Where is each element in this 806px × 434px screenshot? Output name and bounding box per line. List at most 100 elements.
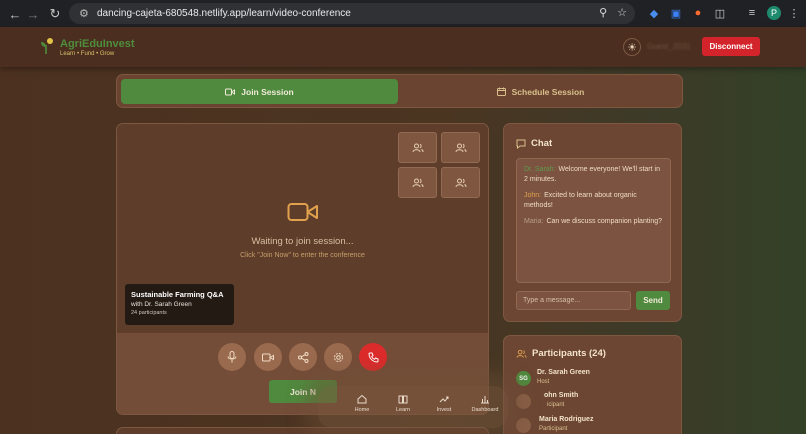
session-host: with Dr. Sarah Green (131, 301, 192, 308)
sprout-logo-icon (41, 38, 53, 54)
chat-panel: Chat Dr. Sarah: Welcome everyone! We'll s… (503, 123, 682, 322)
bar-chart-icon (481, 396, 489, 404)
participant-row[interactable]: SG Dr. Sarah Green Host (516, 369, 676, 389)
session-tabs: Join Session Schedule Session (116, 74, 683, 108)
chat-message: Maria: Can we discuss companion planting? (524, 217, 663, 227)
participant-role: Host (537, 379, 550, 385)
app-header: AgriEduInvest Learn • Fund • Grow ☀ Gues… (0, 27, 806, 67)
bookmark-star-icon[interactable]: ☆ (617, 6, 627, 19)
participant-thumbnail[interactable] (398, 167, 437, 198)
chat-title: Chat (531, 138, 553, 149)
chat-message: John: Excited to learn about organic meth… (524, 191, 663, 211)
avatar (516, 418, 531, 433)
home-icon (357, 394, 367, 404)
chat-message: Dr. Sarah: Welcome everyone! We'll start … (524, 165, 663, 185)
participant-role: Participant (539, 426, 568, 432)
message-text: Can we discuss companion planting? (546, 218, 663, 225)
nav-learn-label: Learn (395, 407, 411, 413)
extension-shield-icon[interactable]: ◆ (646, 5, 662, 21)
nav-learn[interactable]: Learn (385, 394, 421, 413)
nav-invest-label: Invest (436, 407, 452, 413)
extensions-puzzle-icon[interactable]: ◫ (712, 5, 728, 21)
session-participant-count: 24 participants (131, 310, 167, 316)
participant-row[interactable]: Maria Rodriguez Participant (516, 416, 676, 434)
share-button[interactable] (289, 343, 317, 371)
profile-avatar[interactable]: P (767, 6, 781, 20)
nav-invest[interactable]: Invest (426, 394, 462, 413)
avatar (516, 394, 531, 409)
session-info-card: Sustainable Farming Q&A with Dr. Sarah G… (125, 284, 234, 325)
chat-messages: Dr. Sarah: Welcome everyone! We'll start … (516, 158, 671, 283)
bottom-navigation: Home Learn Invest Dashboard (318, 386, 508, 428)
users-icon (516, 349, 527, 358)
message-author: John: (524, 192, 542, 199)
chat-header: Chat (516, 138, 552, 149)
app-root: AgriEduInvest Learn • Fund • Grow ☀ Gues… (0, 27, 806, 434)
browser-menu-icon[interactable]: ⋮ (786, 5, 802, 21)
video-panel: Waiting to join session... Click "Join N… (116, 123, 489, 415)
participant-name: Maria Rodriguez (539, 416, 594, 423)
tab-join-label: Join Session (241, 86, 294, 97)
trending-up-icon (439, 396, 449, 403)
video-camera-icon (287, 203, 318, 221)
brand-tagline: Learn • Fund • Grow (60, 51, 115, 57)
participant-thumbnail[interactable] (441, 132, 480, 163)
chat-message-input[interactable]: Type a message... (516, 291, 631, 310)
end-call-button[interactable] (359, 343, 387, 371)
video-camera-icon (225, 88, 236, 95)
participant-role: icipant (547, 402, 565, 408)
users-icon (455, 143, 466, 152)
send-button[interactable]: Send (636, 291, 670, 310)
reload-icon[interactable]: ↻ (44, 3, 66, 25)
site-info-icon[interactable]: ⚙ (79, 7, 95, 20)
tab-schedule-session[interactable]: Schedule Session (402, 79, 679, 104)
address-bar[interactable]: ⚙ dancing-cajeta-680548.netlify.app/lear… (69, 3, 635, 24)
tab-schedule-label: Schedule Session (511, 86, 585, 97)
media-queue-icon[interactable]: ≡ (744, 5, 760, 21)
theme-toggle-sun-icon[interactable]: ☀ (623, 38, 641, 56)
nav-home[interactable]: Home (344, 394, 380, 413)
participant-name: Dr. Sarah Green (537, 369, 590, 376)
video-camera-icon (262, 353, 274, 361)
session-title: Sustainable Farming Q&A (131, 290, 224, 299)
nav-home-label: Home (354, 407, 370, 413)
calendar-icon (496, 87, 506, 96)
settings-button[interactable] (324, 343, 352, 371)
mute-microphone-button[interactable] (218, 343, 246, 371)
phone-icon (367, 352, 378, 363)
disconnect-button[interactable]: Disconnect (702, 37, 760, 56)
participant-row[interactable]: ohn Smith icipant (516, 392, 676, 412)
brand-name[interactable]: AgriEduInvest (60, 38, 135, 50)
nav-dashboard[interactable]: Dashboard (467, 394, 503, 413)
extension-fox-icon[interactable]: ● (690, 5, 706, 21)
users-icon (412, 178, 423, 187)
share-icon (297, 351, 308, 363)
video-stage: Waiting to join session... Click "Join N… (117, 124, 488, 333)
url-text: dancing-cajeta-680548.netlify.app/learn/… (97, 8, 351, 19)
nav-dashboard-label: Dashboard (471, 407, 499, 413)
gear-icon (333, 352, 343, 362)
browser-toolbar: ← → ↻ ⚙ dancing-cajeta-680548.netlify.ap… (0, 0, 806, 27)
book-icon (398, 395, 408, 404)
microphone-icon (227, 351, 237, 363)
users-icon (455, 178, 466, 187)
forward-icon[interactable]: → (22, 3, 44, 25)
extension-save-icon[interactable]: ▣ (668, 5, 684, 21)
waiting-message: Waiting to join session... (251, 236, 354, 247)
next-section-card (116, 427, 489, 434)
participant-thumbnail[interactable] (441, 167, 480, 198)
tab-join-session[interactable]: Join Session (121, 79, 398, 104)
participant-name: ohn Smith (544, 392, 579, 399)
user-name: Guest_2031 (647, 42, 691, 51)
toggle-camera-button[interactable] (254, 343, 282, 371)
message-author: Maria: (524, 218, 544, 225)
join-hint: Click "Join Now" to enter the conference (240, 252, 365, 259)
chat-bubble-icon (516, 139, 526, 149)
message-author: Dr. Sarah: (524, 166, 556, 173)
avatar: SG (516, 371, 531, 386)
participants-header: Participants (24) (516, 348, 606, 359)
participant-thumbnail[interactable] (398, 132, 437, 163)
participants-title: Participants (24) (532, 348, 606, 359)
users-icon (412, 143, 423, 152)
zoom-icon[interactable]: ⚲ (599, 6, 607, 19)
